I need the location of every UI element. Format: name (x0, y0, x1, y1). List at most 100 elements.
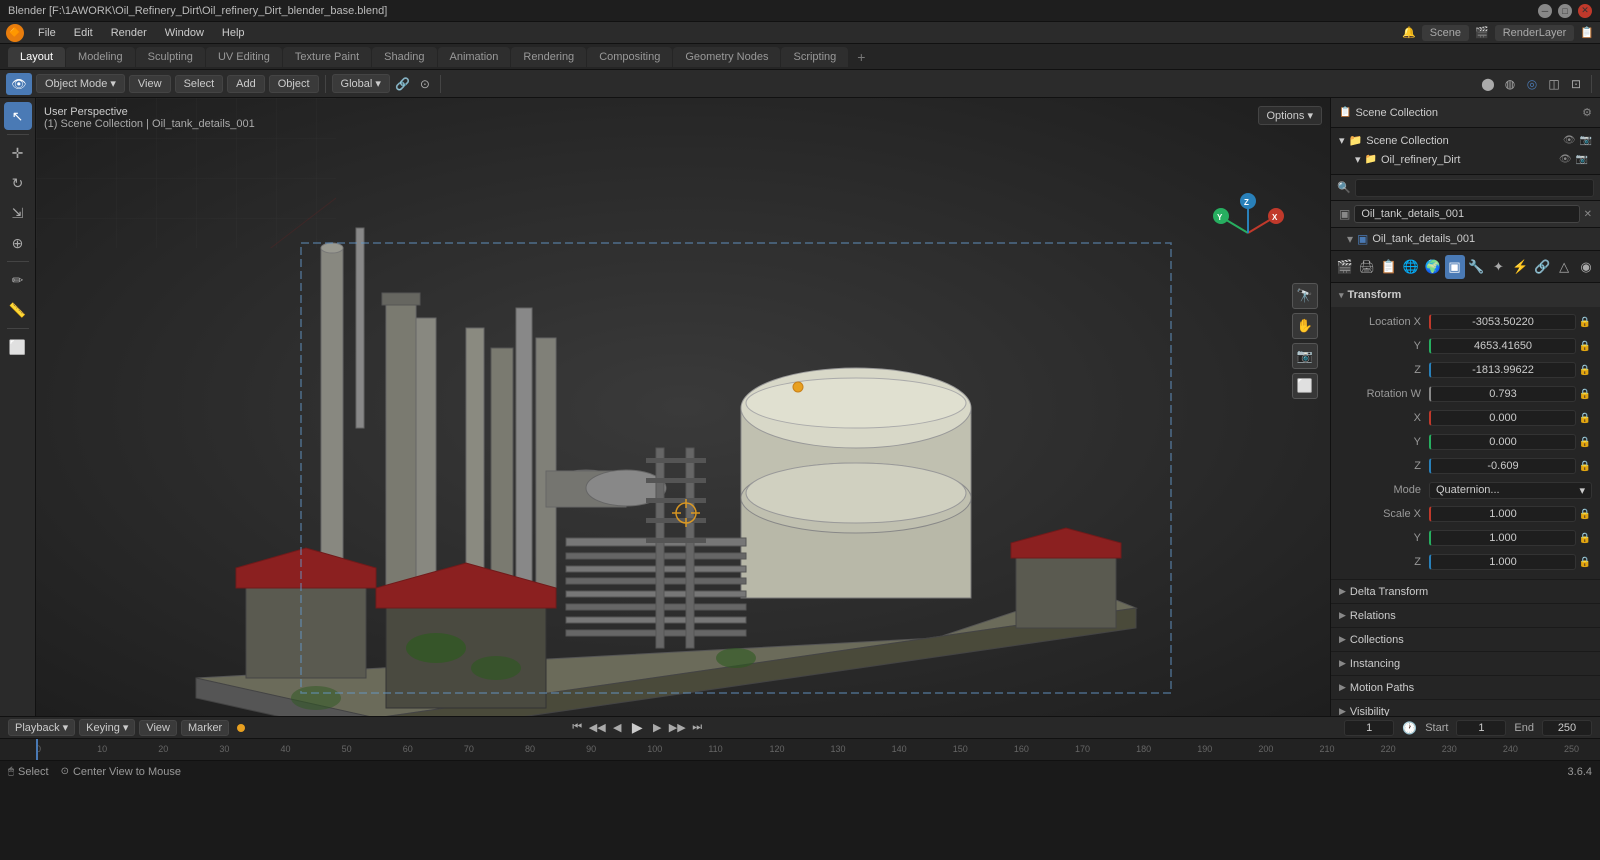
rotation-y-value[interactable]: 0.000 (1429, 434, 1576, 450)
tab-scripting[interactable]: Scripting (781, 47, 848, 67)
location-y-lock[interactable]: 🔒 (1578, 339, 1592, 353)
motion-paths-section[interactable]: ▶ Motion Paths (1331, 676, 1600, 700)
item-render-icon[interactable]: 📷 (1576, 154, 1588, 165)
next-keyframe-button[interactable]: ▶▶ (668, 719, 686, 737)
prop-material-icon[interactable]: ◉ (1576, 255, 1596, 279)
close-button[interactable]: ✕ (1578, 4, 1592, 18)
sub-expand-icon[interactable]: ▾ (1347, 232, 1353, 246)
menu-file[interactable]: File (30, 25, 64, 41)
tab-rendering[interactable]: Rendering (511, 47, 586, 67)
object-name-extra-icon[interactable]: ✕ (1584, 209, 1592, 220)
object-menu[interactable]: Object (269, 75, 319, 93)
select-menu[interactable]: Select (175, 75, 224, 93)
tab-modeling[interactable]: Modeling (66, 47, 135, 67)
scale-x-value[interactable]: 1.000 (1429, 506, 1576, 522)
navigation-gizmo[interactable]: X Y Z (1208, 193, 1288, 273)
tab-layout[interactable]: Layout (8, 47, 65, 67)
collection-eye-icon[interactable]: 👁 (1563, 135, 1576, 146)
next-frame-button[interactable]: ▶ (648, 719, 666, 737)
jump-end-button[interactable]: ⏭ (688, 719, 706, 737)
mode-dropdown[interactable]: Quaternion... ▾ (1429, 482, 1592, 499)
scale-x-lock[interactable]: 🔒 (1578, 507, 1592, 521)
timeline-scrubber[interactable]: 0102030405060708090100110120130140150160… (0, 738, 1600, 760)
prop-physics-icon[interactable]: ⚡ (1510, 255, 1530, 279)
menu-edit[interactable]: Edit (66, 25, 101, 41)
tab-shading[interactable]: Shading (372, 47, 436, 67)
transform-tool[interactable]: ⊕ (4, 229, 32, 257)
view-menu[interactable]: View (129, 75, 171, 93)
location-x-lock[interactable]: 🔒 (1578, 315, 1592, 329)
prev-keyframe-button[interactable]: ◀◀ (588, 719, 606, 737)
scale-z-lock[interactable]: 🔒 (1578, 555, 1592, 569)
rotation-x-value[interactable]: 0.000 (1429, 410, 1576, 426)
instancing-section[interactable]: ▶ Instancing (1331, 652, 1600, 676)
3d-viewport[interactable]: User Perspective (1) Scene Collection | … (36, 98, 1330, 716)
prop-particles-icon[interactable]: ✦ (1488, 255, 1508, 279)
timeline-view-menu[interactable]: View (139, 720, 177, 736)
prop-scene-icon[interactable]: 🌐 (1401, 255, 1421, 279)
rotate-tool[interactable]: ↻ (4, 169, 32, 197)
viewport-mode-icon[interactable]: 👁 (6, 73, 32, 95)
xray-icon[interactable]: ⊡ (1567, 75, 1585, 93)
collections-section[interactable]: ▶ Collections (1331, 628, 1600, 652)
start-frame-input[interactable] (1456, 720, 1506, 736)
scale-z-value[interactable]: 1.000 (1429, 554, 1576, 570)
object-name-field[interactable] (1354, 205, 1579, 223)
end-frame-input[interactable] (1542, 720, 1592, 736)
prev-frame-button[interactable]: ◀ (608, 719, 626, 737)
tab-sculpting[interactable]: Sculpting (136, 47, 205, 67)
rotation-z-value[interactable]: -0.609 (1429, 458, 1576, 474)
rotation-y-lock[interactable]: 🔒 (1578, 435, 1592, 449)
rotation-w-value[interactable]: 0.793 (1429, 386, 1576, 402)
marker-menu[interactable]: Marker (181, 720, 229, 736)
scale-y-lock[interactable]: 🔒 (1578, 531, 1592, 545)
prop-render-icon[interactable]: 🎬 (1335, 255, 1355, 279)
collection-expand-icon[interactable]: ▾ (1339, 134, 1345, 147)
blender-logo[interactable]: 🔶 (6, 24, 24, 42)
prop-output-icon[interactable]: 🖨 (1357, 255, 1377, 279)
tab-animation[interactable]: Animation (438, 47, 511, 67)
location-z-lock[interactable]: 🔒 (1578, 363, 1592, 377)
options-button[interactable]: Options ▾ (1258, 106, 1323, 125)
zoom-in-tool[interactable]: 🔭 (1292, 283, 1318, 309)
location-x-value[interactable]: -3053.50220 (1429, 314, 1576, 330)
tab-geometry-nodes[interactable]: Geometry Nodes (673, 47, 780, 67)
pan-tool[interactable]: ✋ (1292, 313, 1318, 339)
prop-constraints-icon[interactable]: 🔗 (1532, 255, 1552, 279)
prop-object-icon[interactable]: ▣ (1445, 255, 1465, 279)
global-dropdown[interactable]: Global ▾ (332, 74, 390, 93)
filter-icon[interactable]: ⚙ (1582, 106, 1592, 119)
camera-tool[interactable]: 📷 (1292, 343, 1318, 369)
measure-tool[interactable]: 📏 (4, 296, 32, 324)
current-frame-input[interactable] (1344, 720, 1394, 736)
rotation-z-lock[interactable]: 🔒 (1578, 459, 1592, 473)
cursor-tool[interactable]: ↖ (4, 102, 32, 130)
transform-header[interactable]: ▾ Transform (1331, 283, 1600, 307)
viewport-shading-solid[interactable]: ⬤ (1479, 75, 1497, 93)
keying-menu[interactable]: Keying ▾ (79, 719, 135, 736)
menu-window[interactable]: Window (157, 25, 212, 41)
tab-texture-paint[interactable]: Texture Paint (283, 47, 371, 67)
maximize-button[interactable]: □ (1558, 4, 1572, 18)
proportional-edit-icon[interactable]: ⊙ (416, 75, 434, 93)
ortho-tool[interactable]: ⬜ (1292, 373, 1318, 399)
jump-start-button[interactable]: ⏮ (568, 719, 586, 737)
add-workspace-button[interactable]: + (849, 45, 873, 69)
add-menu[interactable]: Add (227, 75, 265, 93)
menu-help[interactable]: Help (214, 25, 253, 41)
refinery-collection-item[interactable]: ▾ 📁 Oil_refinery_Dirt 👁 📷 (1339, 151, 1592, 168)
relations-section[interactable]: ▶ Relations (1331, 604, 1600, 628)
keyframe-indicator[interactable] (237, 724, 245, 732)
rotation-x-lock[interactable]: 🔒 (1578, 411, 1592, 425)
prop-view-layer-icon[interactable]: 📋 (1379, 255, 1399, 279)
minimize-button[interactable]: ─ (1538, 4, 1552, 18)
properties-search-input[interactable] (1355, 179, 1594, 197)
annotate-tool[interactable]: ✏ (4, 266, 32, 294)
item-eye-icon[interactable]: 👁 (1559, 154, 1572, 165)
tab-compositing[interactable]: Compositing (587, 47, 672, 67)
object-mode-dropdown[interactable]: Object Mode ▾ (36, 74, 125, 93)
snap-icon[interactable]: 🔗 (394, 75, 412, 93)
add-cube-tool[interactable]: ⬜ (4, 333, 32, 361)
scale-tool[interactable]: ⇲ (4, 199, 32, 227)
location-y-value[interactable]: 4653.41650 (1429, 338, 1576, 354)
